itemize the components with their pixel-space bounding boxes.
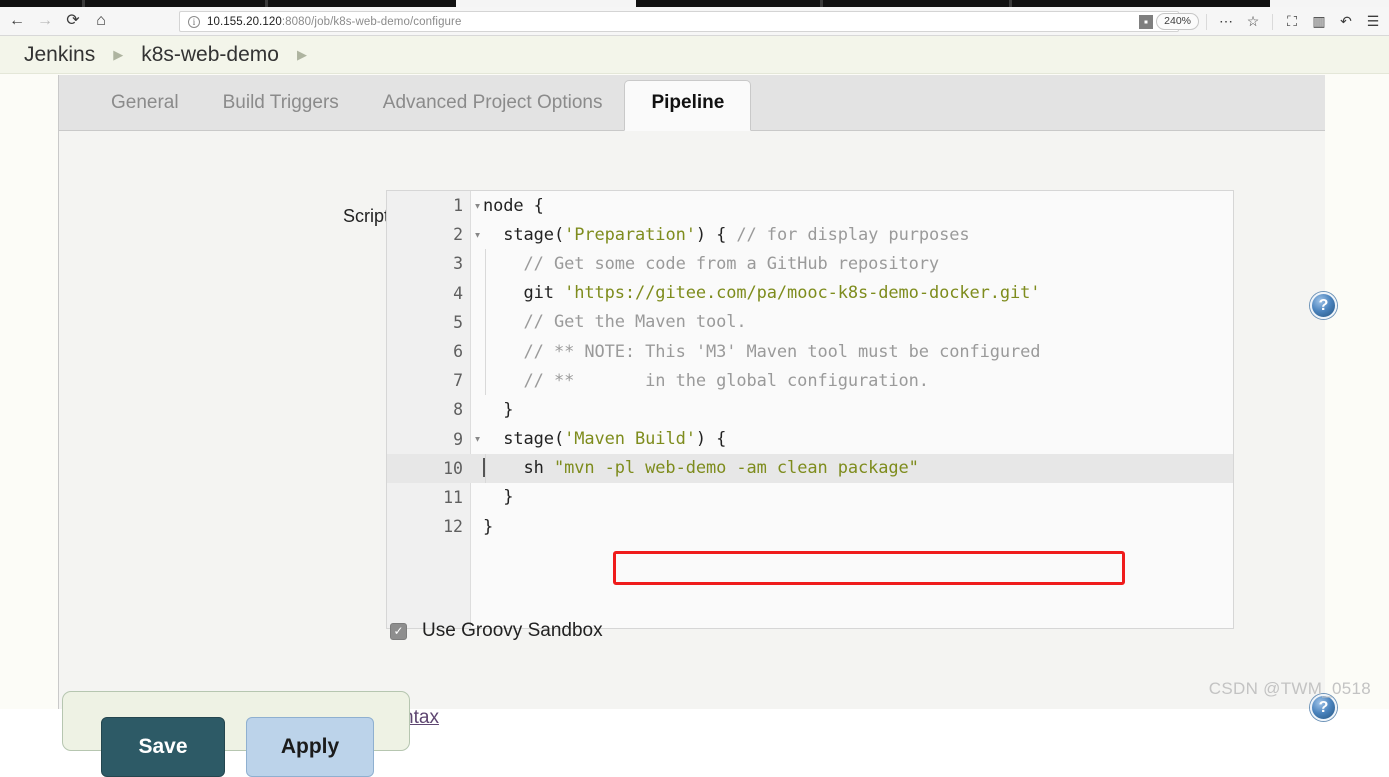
browser-tab[interactable] xyxy=(1012,0,1270,7)
code-line[interactable]: 11 } xyxy=(387,483,1233,512)
line-number[interactable]: 12 xyxy=(387,517,471,536)
tab-pipeline[interactable]: Pipeline xyxy=(624,80,752,131)
line-number[interactable]: 10 xyxy=(387,459,471,478)
code-text: stage('Preparation') { // for display pu… xyxy=(483,224,970,245)
url-path: :8080/job/k8s-web-demo/configure xyxy=(281,15,462,28)
code-text: } xyxy=(483,516,494,537)
submit-button-panel: Save Apply xyxy=(62,691,410,777)
line-number[interactable]: 2 ▼ xyxy=(387,225,480,244)
tab-build-triggers[interactable]: Build Triggers xyxy=(201,92,361,130)
jenkins-page: Jenkins ▶ k8s-web-demo ▶ General Build T… xyxy=(0,36,1389,777)
help-icon[interactable]: ? xyxy=(1310,292,1337,319)
code-line[interactable]: 6 // ** NOTE: This 'M3' Maven tool must … xyxy=(387,336,1233,367)
code-text: } xyxy=(483,399,514,420)
line-number[interactable]: 5 xyxy=(387,313,471,332)
config-tab-bar: General Build Triggers Advanced Project … xyxy=(59,75,1325,131)
url-text: 10.155.20.120:8080/job/k8s-web-demo/conf… xyxy=(207,16,461,28)
toolbar-divider xyxy=(1272,13,1273,30)
back-icon[interactable]: ← xyxy=(4,8,30,34)
code-text: node { xyxy=(483,195,544,216)
browser-tab[interactable] xyxy=(268,0,456,7)
code-text: // Get some code from a GitHub repositor… xyxy=(483,253,940,274)
site-info-icon[interactable]: i xyxy=(188,15,200,28)
code-text: // ** in the global configuration. xyxy=(483,370,930,391)
url-host: 10.155.20.120 xyxy=(207,15,282,28)
browser-tab[interactable] xyxy=(85,0,265,7)
browser-tab-active[interactable] xyxy=(456,0,636,7)
code-line[interactable]: 12 } xyxy=(387,512,1233,541)
browser-nav-buttons: ← → ⟳ ⌂ xyxy=(0,8,114,34)
code-text: } xyxy=(483,487,514,508)
line-number[interactable]: 1 ▼ xyxy=(387,196,480,215)
code-line[interactable]: 8 } xyxy=(387,395,1233,424)
code-line[interactable]: 7 // ** in the global configuration. xyxy=(387,366,1233,396)
breadcrumb-item-job[interactable]: k8s-web-demo xyxy=(141,43,279,67)
groovy-sandbox-row: ✓ Use Groovy Sandbox xyxy=(390,620,603,642)
zoom-level-badge[interactable]: 240% xyxy=(1156,13,1199,30)
toolbar-divider xyxy=(1206,13,1207,30)
undo-icon[interactable]: ↶ xyxy=(1334,10,1358,34)
config-panel: General Build Triggers Advanced Project … xyxy=(58,75,1337,728)
line-number[interactable]: 3 xyxy=(387,254,471,273)
line-number[interactable]: 6 xyxy=(387,342,471,361)
forward-icon[interactable]: → xyxy=(32,8,58,34)
overflow-menu-icon[interactable]: ⋯ xyxy=(1214,10,1238,34)
toolbar-right-actions: 240% ⋯ ☆ ⛶ ▥ ↶ ☰ xyxy=(1139,7,1385,36)
address-bar[interactable]: i 10.155.20.120:8080/job/k8s-web-demo/co… xyxy=(179,11,1179,32)
browser-tab[interactable] xyxy=(0,0,82,7)
code-text: // ** NOTE: This 'M3' Maven tool must be… xyxy=(483,341,1041,362)
code-text: sh "mvn -pl web-demo -am clean package" xyxy=(483,458,919,479)
code-text: stage('Maven Build') { xyxy=(483,429,727,450)
code-line-active[interactable]: 10 sh "mvn -pl web-demo -am clean packag… xyxy=(387,453,1233,483)
save-button[interactable]: Save xyxy=(101,717,225,777)
browser-tab[interactable] xyxy=(636,0,820,7)
home-icon[interactable]: ⌂ xyxy=(88,8,114,34)
breadcrumb: Jenkins ▶ k8s-web-demo ▶ xyxy=(0,36,1389,74)
code-text: // Get the Maven tool. xyxy=(483,312,747,333)
code-line[interactable]: 1 ▼ node { xyxy=(387,191,1233,220)
browser-tab-active[interactable] xyxy=(1270,0,1389,7)
use-groovy-sandbox-checkbox[interactable]: ✓ xyxy=(390,622,407,640)
reader-view-icon[interactable]: ▥ xyxy=(1307,10,1331,34)
screenshot-icon[interactable]: ⛶ xyxy=(1280,10,1304,34)
use-groovy-sandbox-label: Use Groovy Sandbox xyxy=(422,620,603,641)
watermark-text: CSDN @TWM_0518 xyxy=(1208,679,1371,698)
browser-toolbar: ← → ⟳ ⌂ i 10.155.20.120:8080/job/k8s-web… xyxy=(0,7,1389,36)
code-line[interactable]: 4 git 'https://gitee.com/pa/mooc-k8s-dem… xyxy=(387,278,1233,308)
line-number[interactable]: 4 xyxy=(387,284,471,303)
code-line[interactable]: 2 ▼ stage('Preparation') { // for display… xyxy=(387,220,1233,249)
tab-advanced-project-options[interactable]: Advanced Project Options xyxy=(361,92,625,130)
line-number[interactable]: 9 ▼ xyxy=(387,430,480,449)
browser-tab-strip xyxy=(0,0,1389,7)
breadcrumb-item-jenkins[interactable]: Jenkins xyxy=(24,43,95,67)
code-line[interactable]: 5 // Get the Maven tool. xyxy=(387,307,1233,337)
line-number[interactable]: 11 xyxy=(387,488,471,507)
line-number[interactable]: 8 xyxy=(387,400,471,419)
script-field-label: Script xyxy=(342,206,389,226)
chevron-right-icon: ▶ xyxy=(113,46,124,62)
hamburger-menu-icon[interactable]: ☰ xyxy=(1361,10,1385,34)
tab-general[interactable]: General xyxy=(89,92,201,130)
code-line[interactable]: 9 ▼ stage('Maven Build') { xyxy=(387,425,1233,454)
reload-icon[interactable]: ⟳ xyxy=(60,8,86,34)
apply-button[interactable]: Apply xyxy=(246,717,374,777)
chevron-right-icon: ▶ xyxy=(296,46,307,62)
help-button-script[interactable]: ? xyxy=(1310,292,1337,319)
code-line[interactable]: 3 // Get some code from a GitHub reposit… xyxy=(387,249,1233,279)
red-annotation-box xyxy=(613,551,1125,585)
code-text: git 'https://gitee.com/pa/mooc-k8s-demo-… xyxy=(483,283,1041,304)
line-number[interactable]: 7 xyxy=(387,371,471,390)
browser-tab[interactable] xyxy=(823,0,1009,7)
qr-code-icon[interactable] xyxy=(1139,15,1153,29)
bookmark-star-icon[interactable]: ☆ xyxy=(1241,10,1265,34)
